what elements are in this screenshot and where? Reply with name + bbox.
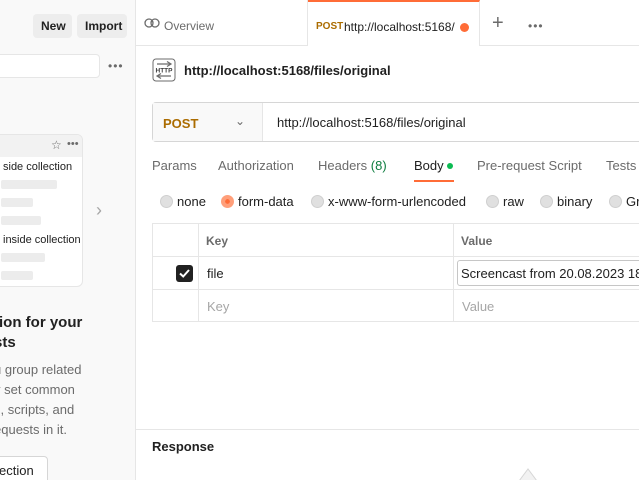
radio-none-label[interactable]: none	[177, 194, 206, 209]
promo-title: tion for your sts	[0, 313, 134, 353]
tab-body[interactable]: Body	[414, 158, 444, 173]
card-line-1: side collection	[3, 161, 73, 173]
radio-none[interactable]	[160, 195, 173, 208]
plus-icon[interactable]: +	[492, 12, 504, 35]
tab-pre-request-script[interactable]: Pre-request Script	[477, 158, 582, 173]
request-title[interactable]: http://localhost:5168/files/original	[184, 63, 391, 78]
radio-graphql-label[interactable]: Gr	[626, 194, 639, 209]
key-placeholder[interactable]: Key	[207, 299, 229, 314]
value-input[interactable]: Screencast from 20.08.2023 18	[457, 260, 639, 286]
radio-x-www-form-urlencoded-label[interactable]: x-www-form-urlencoded	[328, 194, 466, 209]
radio-x-www-form-urlencoded[interactable]	[311, 195, 324, 208]
tab-tests[interactable]: Tests	[606, 158, 636, 173]
tab-bar: Overview POST http://localhost:5168/ + •…	[136, 0, 639, 46]
skeleton-line	[1, 253, 45, 262]
column-header-value: Value	[461, 234, 493, 248]
promo-title-line: tion for your	[0, 314, 83, 331]
more-horizontal-icon[interactable]: •••	[108, 59, 124, 73]
radio-form-data-label[interactable]: form-data	[238, 194, 294, 209]
promo-text: u group related y set common s, scripts,…	[0, 360, 134, 440]
tab-params[interactable]: Params	[152, 158, 197, 173]
body-indicator-dot	[447, 163, 453, 169]
tab-overview-label: Overview	[164, 19, 215, 33]
radio-raw[interactable]	[486, 195, 499, 208]
row-enabled-checkbox[interactable]	[176, 265, 193, 282]
response-illustration-icon	[519, 468, 537, 480]
sidebar-search-input[interactable]	[0, 54, 100, 78]
star-icon: ☆	[51, 138, 62, 152]
tab-headers[interactable]: Headers (8)	[318, 158, 387, 173]
card-line-2: inside collection	[3, 234, 81, 246]
radio-form-data[interactable]	[221, 195, 234, 208]
import-button[interactable]: Import	[77, 14, 127, 38]
more-horizontal-icon: •••	[67, 138, 79, 150]
unsaved-dot-icon[interactable]	[460, 23, 469, 32]
more-horizontal-icon[interactable]: •••	[528, 19, 544, 33]
method-label: POST	[163, 116, 199, 131]
promo-text-line: y set common	[0, 382, 75, 397]
tab-request[interactable]: POST http://localhost:5168/	[308, 0, 480, 46]
key-cell[interactable]: file	[207, 266, 224, 281]
radio-graphql[interactable]	[609, 195, 622, 208]
skeleton-line	[1, 216, 41, 225]
card-header: ☆ •••	[0, 135, 82, 157]
collection-illustration-card: ☆ ••• side collection inside collection	[0, 134, 83, 287]
table-header-row: Key Value	[153, 224, 639, 257]
tab-authorization[interactable]: Authorization	[218, 158, 294, 173]
skeleton-line	[1, 198, 33, 207]
skeleton-line	[1, 180, 57, 189]
column-header-key: Key	[206, 234, 229, 248]
check-icon	[179, 269, 190, 278]
tab-headers-label: Headers	[318, 158, 368, 173]
http-icon: HTTP	[152, 58, 176, 82]
chevron-down-icon: ⌄	[235, 114, 246, 128]
column-divider	[453, 224, 454, 321]
svg-text:HTTP: HTTP	[156, 68, 174, 75]
url-input[interactable]: http://localhost:5168/files/original	[277, 115, 466, 130]
table-row: file Screencast from 20.08.2023 18	[153, 257, 639, 290]
radio-raw-label[interactable]: raw	[503, 194, 524, 209]
new-button[interactable]: New	[33, 14, 72, 38]
response-title: Response	[152, 439, 215, 454]
tab-overview[interactable]: Overview	[136, 0, 308, 46]
tab-url-label: http://localhost:5168/	[344, 20, 455, 34]
value-placeholder[interactable]: Value	[462, 299, 494, 314]
active-tab-underline	[414, 180, 454, 182]
promo-text-line: u group related	[0, 362, 82, 377]
url-bar: POST ⌄ http://localhost:5168/files/origi…	[152, 102, 639, 142]
promo-title-line: sts	[0, 334, 16, 351]
form-data-table: Key Value file Screencast from 20.08.202…	[152, 223, 639, 322]
headers-count-badge: (8)	[370, 158, 387, 173]
response-panel: Response	[136, 429, 639, 480]
sidebar: New Import ••• ☆ ••• side collection ins…	[0, 0, 136, 480]
promo-text-line: s, scripts, and	[0, 402, 75, 417]
create-collection-button[interactable]: ection	[0, 456, 48, 480]
overview-icon	[144, 18, 160, 28]
table-row-empty: Key Value	[153, 290, 639, 323]
value-text: Screencast from 20.08.2023 18	[461, 266, 639, 281]
chevron-right-icon[interactable]: ›	[96, 200, 102, 221]
radio-binary[interactable]	[540, 195, 553, 208]
method-select[interactable]: POST ⌄	[153, 103, 263, 141]
radio-binary-label[interactable]: binary	[557, 194, 592, 209]
column-divider	[198, 224, 199, 321]
promo-text-line: equests in it.	[0, 422, 67, 437]
skeleton-line	[1, 271, 33, 280]
tab-method-badge: POST	[316, 21, 344, 32]
